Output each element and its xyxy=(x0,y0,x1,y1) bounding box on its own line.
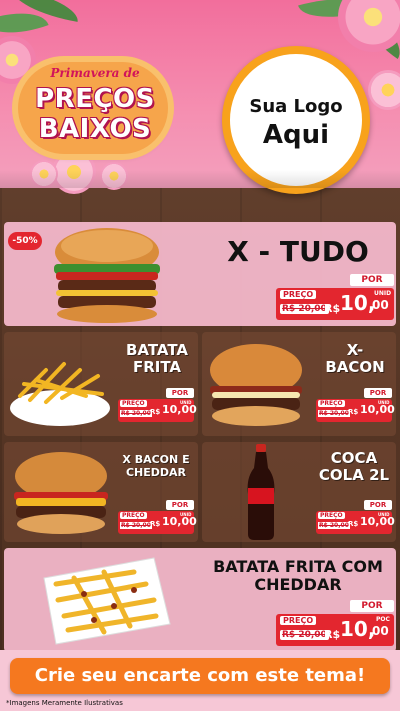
price-box: PREÇO R$ 20,00 R$ 10,00 UNID xyxy=(316,511,395,534)
product-card-x-tudo: X - TUDO POR PREÇO R$ 20,00 R$ 10, 00 UN… xyxy=(4,222,396,326)
old-price: R$ 20,00 xyxy=(120,410,152,417)
flower-decoration xyxy=(52,150,96,194)
price-box: PREÇO R$ 20,00 R$ 10, 00 POC xyxy=(276,614,394,646)
product-name-line2: BACON xyxy=(325,358,385,377)
price-currency: R$ xyxy=(324,628,341,641)
unit-label: POC xyxy=(376,616,390,623)
price-currency: R$ xyxy=(348,520,359,528)
unit-label: UNID xyxy=(374,290,392,297)
flower-decoration xyxy=(368,70,400,110)
price-tag: POR PREÇO R$ 20,00 R$ 10,00 UNID xyxy=(316,388,395,422)
price-tag: POR PREÇO R$ 20,00 R$ 10, 00 UNID xyxy=(276,274,394,320)
price-box: PREÇO R$ 20,00 R$ 10, 00 UNID xyxy=(276,288,394,320)
old-price: R$ 20,00 xyxy=(318,522,350,529)
flower-decoration xyxy=(338,0,400,52)
product-name: BATATA FRITA xyxy=(114,341,200,377)
product-name-line2: COLA 2L xyxy=(318,466,390,485)
promo-tagline: Primavera de xyxy=(50,66,140,80)
discount-badge: -50% xyxy=(8,232,42,250)
price-currency: R$ xyxy=(150,408,161,416)
product-name: X- BACON xyxy=(312,341,398,377)
product-card-batata-cheddar: BATATA FRITA COM CHEDDAR POR PREÇO R$ 20… xyxy=(4,548,396,652)
cheddar-burger-icon xyxy=(14,452,108,534)
price-value: 10, xyxy=(340,291,376,315)
price-cents: 00 xyxy=(372,624,389,638)
unit-label: UNID xyxy=(180,512,192,517)
price-currency: R$ xyxy=(150,520,161,528)
product-name: COCA COLA 2L xyxy=(314,449,394,485)
old-price: R$ 20,00 xyxy=(318,410,350,417)
promo-title-line2: BAIXOS xyxy=(38,114,152,144)
product-name-line2: CHEDDAR xyxy=(254,575,342,595)
bacon-burger-icon xyxy=(210,344,302,426)
product-card-batata-frita: BATATA FRITA POR PREÇO R$ 20,00 R$ 10,00… xyxy=(4,332,198,436)
product-name-line1: BATATA FRITA COM xyxy=(213,557,383,576)
por-label: POR xyxy=(166,388,194,398)
flyer-page: Primavera de PREÇOS BAIXOS Sua Logo Aqui… xyxy=(0,0,400,711)
price-cents: 00 xyxy=(372,298,389,312)
price-tag: POR PREÇO R$ 20,00 R$ 10,00 UNID xyxy=(118,500,197,534)
product-card-x-bacon-cheddar: X BACON E CHEDDAR POR PREÇO R$ 20,00 R$ … xyxy=(4,442,198,542)
preco-label: PREÇO xyxy=(120,400,147,407)
price-tag: POR PREÇO R$ 20,00 R$ 10,00 UNID xyxy=(118,388,197,422)
logo-placeholder: Sua Logo Aqui xyxy=(222,46,370,194)
price-currency: R$ xyxy=(348,408,359,416)
price-box: PREÇO R$ 20,00 R$ 10,00 UNID xyxy=(118,511,197,534)
product-name-line2: CHEDDAR xyxy=(125,465,187,479)
product-name: X - TUDO xyxy=(227,235,369,268)
disclaimer-text: *Imagens Meramente Ilustrativas xyxy=(6,699,123,707)
product-name: BATATA FRITA COM CHEDDAR xyxy=(200,557,396,595)
por-label: POR xyxy=(166,500,194,510)
logo-text-line2: Aqui xyxy=(262,120,330,150)
cta-button[interactable]: Crie seu encarte com este tema! xyxy=(10,658,390,694)
preco-label: PREÇO xyxy=(280,616,317,625)
price-box: PREÇO R$ 20,00 R$ 10,00 UNID xyxy=(118,399,197,422)
price-currency: R$ xyxy=(324,302,341,315)
unit-label: UNID xyxy=(180,400,192,405)
price-tag: POR PREÇO R$ 20,00 R$ 10, 00 POC xyxy=(276,600,394,646)
preco-label: PREÇO xyxy=(318,400,345,407)
product-name: X BACON E CHEDDAR xyxy=(116,453,196,479)
fries-icon xyxy=(10,362,110,426)
por-label: POR xyxy=(350,274,394,286)
unit-label: UNID xyxy=(378,512,390,517)
header-banner: Primavera de PREÇOS BAIXOS Sua Logo Aqui xyxy=(0,0,400,194)
cheddar-fries-icon xyxy=(43,557,171,645)
preco-label: PREÇO xyxy=(318,512,345,519)
product-card-x-bacon: X- BACON POR PREÇO R$ 20,00 R$ 10,00 UNI… xyxy=(202,332,396,436)
price-tag: POR PREÇO R$ 20,00 R$ 10,00 UNID xyxy=(316,500,395,534)
burger-icon xyxy=(54,228,160,323)
product-name-line1: COCA xyxy=(330,449,378,467)
flower-decoration xyxy=(30,160,58,188)
product-card-coca-cola: COCA COLA 2L POR PREÇO R$ 20,00 R$ 10,00… xyxy=(202,442,396,542)
preco-label: PREÇO xyxy=(280,290,317,299)
product-name-line1: X- xyxy=(346,341,364,359)
old-price: R$ 20,00 xyxy=(280,304,329,314)
price-box: PREÇO R$ 20,00 R$ 10,00 UNID xyxy=(316,399,395,422)
price-value: 10, xyxy=(340,617,376,641)
old-price: R$ 20,00 xyxy=(280,630,329,640)
old-price: R$ 20,00 xyxy=(120,522,152,529)
promo-title-line1: PREÇOS xyxy=(35,84,155,114)
por-label: POR xyxy=(364,388,392,398)
product-name-line2: FRITA xyxy=(132,358,182,377)
product-name-line1: X BACON E xyxy=(122,453,190,466)
flower-decoration xyxy=(100,162,128,190)
cola-bottle-icon xyxy=(247,444,275,540)
por-label: POR xyxy=(364,500,392,510)
por-label: POR xyxy=(350,600,394,612)
preco-label: PREÇO xyxy=(120,512,147,519)
unit-label: UNID xyxy=(378,400,390,405)
logo-text-line1: Sua Logo xyxy=(249,96,343,117)
product-name-line1: BATATA xyxy=(125,341,189,359)
